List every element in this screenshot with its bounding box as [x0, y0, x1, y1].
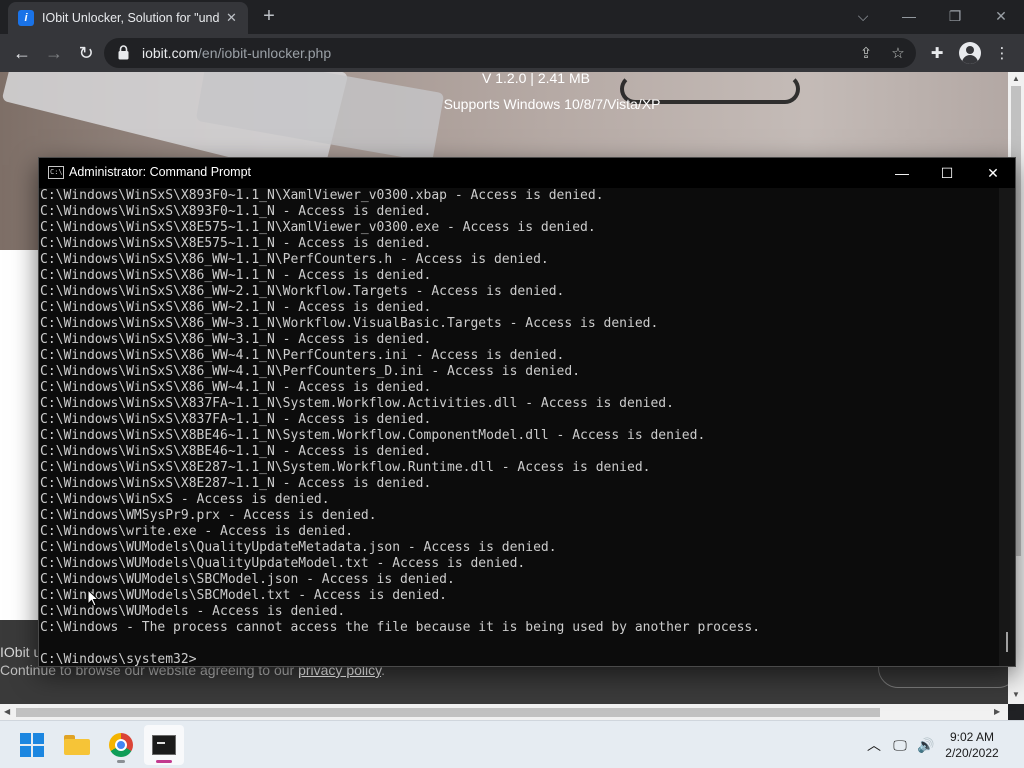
- forward-arrow-icon[interactable]: →: [40, 40, 68, 66]
- cmd-output-line: C:\Windows\WinSxS\X8E575~1.1_N - Access …: [40, 236, 432, 251]
- browser-tab-strip: i IObit Unlocker, Solution for "und ✕ + …: [0, 0, 1024, 34]
- cmd-output-line: C:\Windows\WinSxS\X893F0~1.1_N\XamlViewe…: [40, 188, 604, 203]
- cmd-window-title: Administrator: Command Prompt: [69, 165, 252, 179]
- cmd-scrollbar[interactable]: [999, 188, 1015, 666]
- mouse-cursor-icon: [87, 589, 99, 607]
- cmd-output-line: C:\Windows\WinSxS\X8E287~1.1_N - Access …: [40, 476, 432, 491]
- address-bar[interactable]: iobit.com/en/iobit-unlocker.php ⇪ ☆: [104, 38, 916, 68]
- bookmark-star-icon[interactable]: ☆: [888, 44, 908, 62]
- version-size-text: V 1.2.0 | 2.41 MB: [482, 72, 590, 86]
- url-text: iobit.com/en/iobit-unlocker.php: [142, 45, 331, 61]
- profile-avatar-icon[interactable]: [959, 42, 981, 64]
- cmd-output-line: C:\Windows\WinSxS\X893F0~1.1_N - Access …: [40, 204, 432, 219]
- command-prompt-window[interactable]: Administrator: Command Prompt — ☐ ✕ C:\W…: [38, 157, 1016, 667]
- cmd-output-line: C:\Windows\WUModels\QualityUpdateModel.t…: [40, 556, 526, 571]
- cmd-output-line: C:\Windows\WinSxS\X86_WW~3.1_N - Access …: [40, 332, 432, 347]
- url-path: /en/iobit-unlocker.php: [198, 45, 332, 61]
- tab-close-icon[interactable]: ✕: [226, 10, 237, 26]
- scroll-up-arrow-icon[interactable]: ▲: [1012, 74, 1020, 83]
- cmd-output-line: C:\Windows - The process cannot access t…: [40, 620, 761, 635]
- active-indicator: [156, 760, 172, 763]
- page-horizontal-scrollbar[interactable]: ◀ ▶: [0, 704, 1008, 720]
- browser-restore-button[interactable]: ❐: [932, 0, 978, 32]
- tab-title: IObit Unlocker, Solution for "und: [42, 11, 220, 25]
- scroll-left-arrow-icon[interactable]: ◀: [4, 707, 10, 716]
- cmd-output-line: C:\Windows\WinSxS\X8E575~1.1_N\XamlViewe…: [40, 220, 596, 235]
- cmd-output-line: C:\Windows\WinSxS\X837FA~1.1_N\System.Wo…: [40, 396, 674, 411]
- cmd-output-line: C:\Windows\system32>: [40, 652, 197, 666]
- cmd-minimize-button[interactable]: —: [879, 158, 925, 188]
- terminal-icon: [152, 735, 176, 755]
- cmd-scroll-thumb[interactable]: [1006, 632, 1008, 652]
- chrome-taskbar-button[interactable]: [101, 725, 141, 765]
- windows-logo-icon: [20, 733, 44, 757]
- browser-toolbar: ← → ↻ iobit.com/en/iobit-unlocker.php ⇪ …: [0, 34, 1024, 72]
- desktop: i IObit Unlocker, Solution for "und ✕ + …: [0, 0, 1024, 768]
- cmd-output-line: C:\Windows\WUModels\QualityUpdateMetadat…: [40, 540, 557, 555]
- cmd-output-line: C:\Windows\WinSxS\X837FA~1.1_N - Access …: [40, 412, 432, 427]
- cmd-output-line: C:\Windows\WinSxS\X8BE46~1.1_N - Access …: [40, 444, 432, 459]
- clock-time: 9:02 AM: [949, 730, 995, 744]
- share-icon[interactable]: ⇪: [856, 44, 876, 62]
- taskbar-clock[interactable]: 9:02 AM 2/20/2022: [940, 729, 1004, 761]
- browser-tab[interactable]: i IObit Unlocker, Solution for "und ✕: [8, 2, 248, 34]
- browser-menu-kebab-icon[interactable]: ⋮: [991, 42, 1013, 64]
- cmd-output-line: C:\Windows\WinSxS\X86_WW~2.1_N - Access …: [40, 300, 432, 315]
- cookie-notice-title: IObit u: [0, 644, 42, 660]
- start-button[interactable]: [12, 725, 52, 765]
- browser-minimize-button[interactable]: —: [886, 0, 932, 32]
- cmd-output-line: C:\Windows\WinSxS\X86_WW~1.1_N\PerfCount…: [40, 252, 549, 267]
- file-explorer-button[interactable]: [57, 725, 97, 765]
- cmd-output-line: C:\Windows\WinSxS\X86_WW~3.1_N\Workflow.…: [40, 316, 659, 331]
- browser-close-button[interactable]: ✕: [978, 0, 1024, 32]
- cmd-titlebar[interactable]: Administrator: Command Prompt — ☐ ✕: [39, 158, 1015, 188]
- reload-icon[interactable]: ↻: [72, 40, 100, 66]
- terminal-taskbar-button[interactable]: [144, 725, 184, 765]
- cmd-output-line: C:\Windows\WinSxS\X8BE46~1.1_N\System.Wo…: [40, 428, 706, 443]
- url-host: iobit.com: [142, 45, 199, 61]
- page-hscroll-thumb[interactable]: [16, 708, 880, 717]
- iobit-favicon-icon: i: [18, 10, 34, 26]
- scroll-down-arrow-icon[interactable]: ▼: [1012, 690, 1020, 699]
- cmd-output-line: C:\Windows\WMSysPr9.prx - Access is deni…: [40, 508, 377, 523]
- cmd-output-line: C:\Windows\WinSxS\X86_WW~4.1_N\PerfCount…: [40, 348, 565, 363]
- tab-search-chevron-icon[interactable]: ⌵: [840, 0, 886, 32]
- cmd-output-line: C:\Windows\WUModels\SBCModel.json - Acce…: [40, 572, 455, 587]
- tray-chevron-up-icon[interactable]: ︿: [864, 735, 884, 755]
- cmd-output-line: C:\Windows\WinSxS - Access is denied.: [40, 492, 330, 507]
- cmd-app-icon: [48, 166, 64, 179]
- new-tab-button[interactable]: +: [258, 6, 280, 28]
- cmd-output-line: C:\Windows\WinSxS\X86_WW~4.1_N - Access …: [40, 380, 432, 395]
- chrome-icon: [109, 733, 133, 757]
- scroll-right-arrow-icon[interactable]: ▶: [994, 707, 1000, 716]
- extensions-puzzle-icon[interactable]: ✚: [926, 42, 948, 64]
- cmd-maximize-button[interactable]: ☐: [924, 158, 970, 188]
- cmd-close-button[interactable]: ✕: [970, 158, 1016, 188]
- cmd-output-line: C:\Windows\WinSxS\X86_WW~1.1_N - Access …: [40, 268, 432, 283]
- volume-icon[interactable]: 🔊: [916, 735, 936, 755]
- cmd-output-line: C:\Windows\write.exe - Access is denied.: [40, 524, 354, 539]
- network-icon[interactable]: 🖵: [890, 735, 910, 755]
- cmd-output-line: [40, 636, 999, 652]
- back-arrow-icon[interactable]: ←: [8, 40, 36, 66]
- cmd-output-line: C:\Windows\WinSxS\X86_WW~4.1_N\PerfCount…: [40, 364, 581, 379]
- cmd-output-line: C:\Windows\WinSxS\X86_WW~2.1_N\Workflow.…: [40, 284, 565, 299]
- cmd-output-line: C:\Windows\WinSxS\X8E287~1.1_N\System.Wo…: [40, 460, 651, 475]
- lock-icon: [118, 45, 129, 60]
- folder-icon: [64, 735, 90, 755]
- cmd-output-line: C:\Windows\WUModels\SBCModel.txt - Acces…: [40, 588, 447, 603]
- clock-date: 2/20/2022: [945, 746, 999, 760]
- supported-os-text: Supports Windows 10/8/7/Vista/XP: [443, 96, 661, 112]
- cmd-output-line: C:\Windows\WUModels - Access is denied.: [40, 604, 346, 619]
- taskbar: ︿ 🖵 🔊 9:02 AM 2/20/2022: [0, 720, 1024, 768]
- running-indicator: [117, 760, 125, 763]
- cmd-console-output[interactable]: C:\Windows\WinSxS\X893F0~1.1_N\XamlViewe…: [39, 188, 999, 666]
